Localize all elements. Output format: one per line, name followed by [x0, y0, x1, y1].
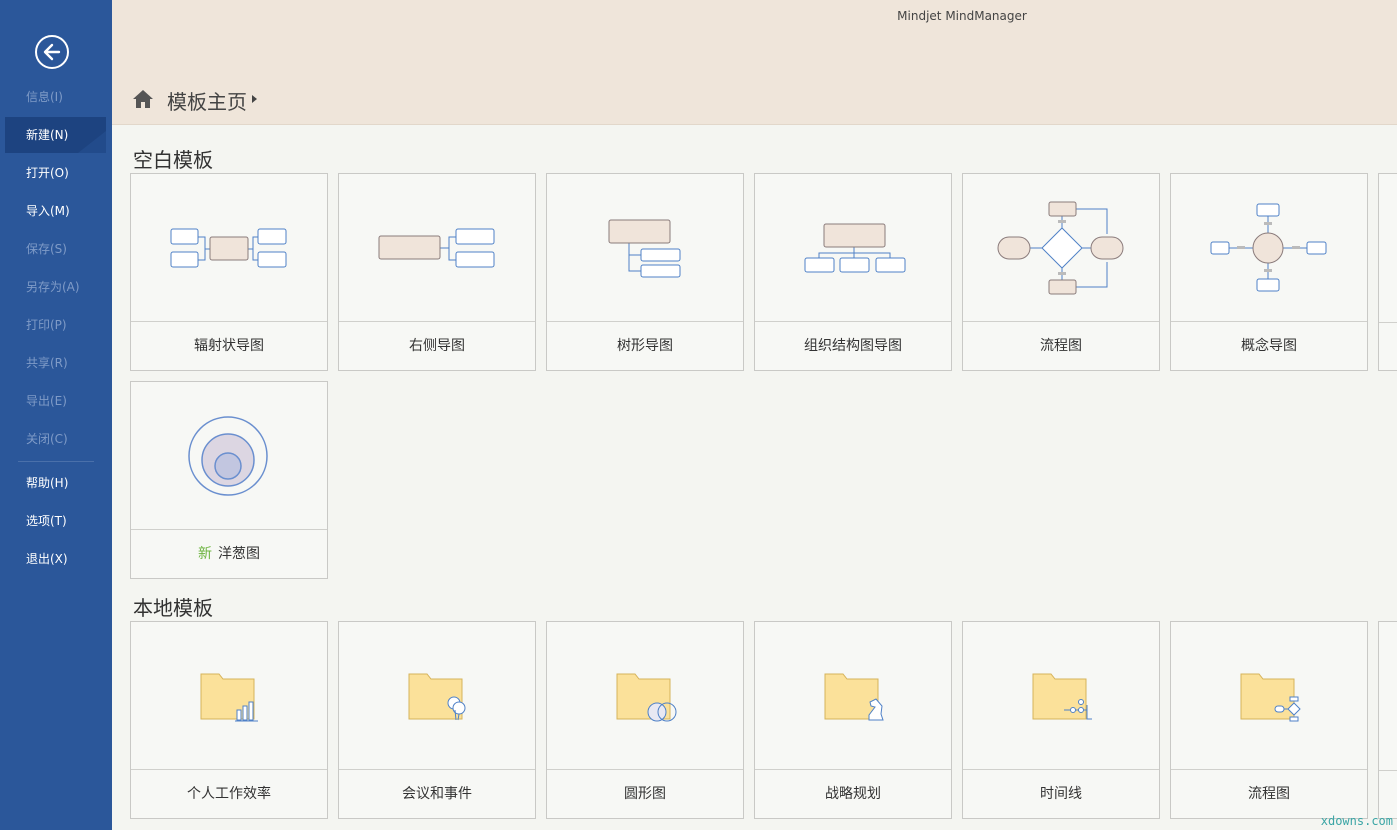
nav-save: 保存(S)	[26, 242, 67, 256]
template-label: 战略规划	[825, 786, 881, 802]
template-partial-card[interactable]	[1378, 173, 1397, 371]
template-label: 会议和事件	[402, 786, 472, 802]
template-label: 个人工作效率	[187, 786, 271, 802]
nav-close: 关闭(C)	[26, 432, 68, 446]
template-right-map[interactable]: 右侧导图	[338, 173, 536, 371]
template-label: 圆形图	[624, 786, 666, 802]
template-label: 树形导图	[617, 338, 673, 354]
radial-map-icon	[131, 174, 327, 322]
template-label: 新洋葱图	[198, 546, 260, 562]
template-org-chart[interactable]: 组织结构图导图	[754, 173, 952, 371]
template-partial-card[interactable]	[1378, 621, 1397, 819]
breadcrumb-arrow-icon	[252, 95, 257, 103]
template-folder-strategy[interactable]: 战略规划	[754, 621, 952, 819]
folder-timeline-icon	[963, 622, 1159, 770]
nav-exit[interactable]: 退出(X)	[5, 541, 106, 577]
nav-help[interactable]: 帮助(H)	[5, 465, 106, 501]
nav-import[interactable]: 导入(M)	[5, 193, 106, 229]
folder-chart-icon	[131, 622, 327, 770]
concept-map-icon	[1171, 174, 1367, 322]
template-folder-flowchart[interactable]: 流程图	[1170, 621, 1368, 819]
nav-export: 导出(E)	[26, 394, 67, 408]
watermark: xdowns.com	[1320, 814, 1393, 828]
flowchart-icon	[963, 174, 1159, 322]
app-title: Mindjet MindManager	[897, 9, 1027, 23]
nav-save-as: 另存为(A)	[26, 280, 80, 294]
section-title-blank: 空白模板	[133, 148, 213, 172]
section-title-local: 本地模板	[133, 596, 213, 620]
template-radial-map[interactable]: 辐射状导图	[130, 173, 328, 371]
nav-print: 打印(P)	[26, 318, 67, 332]
template-concept-map[interactable]: 概念导图	[1170, 173, 1368, 371]
nav-info: 信息(I)	[26, 90, 63, 104]
template-label: 组织结构图导图	[804, 338, 902, 354]
breadcrumb[interactable]: 模板主页	[167, 86, 247, 115]
tree-map-icon	[547, 174, 743, 322]
template-label: 右侧导图	[409, 338, 465, 354]
template-folder-timeline[interactable]: 时间线	[962, 621, 1160, 819]
back-arrow-icon[interactable]	[35, 35, 69, 69]
nav-options[interactable]: 选项(T)	[5, 503, 106, 539]
template-label: 流程图	[1248, 786, 1290, 802]
header: Mindjet MindManager 模板主页	[112, 0, 1397, 125]
template-folder-meetings[interactable]: 会议和事件	[338, 621, 536, 819]
org-chart-icon	[755, 174, 951, 322]
template-label: 时间线	[1040, 786, 1082, 802]
template-tree-map[interactable]: 树形导图	[546, 173, 744, 371]
folder-circles-icon	[547, 622, 743, 770]
folder-balloon-icon	[339, 622, 535, 770]
nav-share: 共享(R)	[26, 356, 68, 370]
template-onion-diagram[interactable]: 新洋葱图	[130, 381, 328, 579]
folder-chess-icon	[755, 622, 951, 770]
onion-diagram-icon	[131, 382, 327, 530]
new-badge: 新	[198, 546, 212, 562]
nav-new[interactable]: 新建(N)	[5, 117, 106, 153]
nav-divider	[18, 461, 94, 462]
right-map-icon	[339, 174, 535, 322]
template-folder-productivity[interactable]: 个人工作效率	[130, 621, 328, 819]
home-icon[interactable]	[132, 89, 154, 109]
template-label: 流程图	[1040, 338, 1082, 354]
folder-flowchart-icon	[1171, 622, 1367, 770]
nav-open[interactable]: 打开(O)	[5, 155, 106, 191]
template-label: 概念导图	[1241, 338, 1297, 354]
template-flowchart[interactable]: 流程图	[962, 173, 1160, 371]
template-label: 辐射状导图	[194, 338, 264, 354]
template-folder-circles[interactable]: 圆形图	[546, 621, 744, 819]
backstage-sidebar: 信息(I) 新建(N) 打开(O) 导入(M) 保存(S) 另存为(A) 打印(…	[0, 0, 112, 830]
